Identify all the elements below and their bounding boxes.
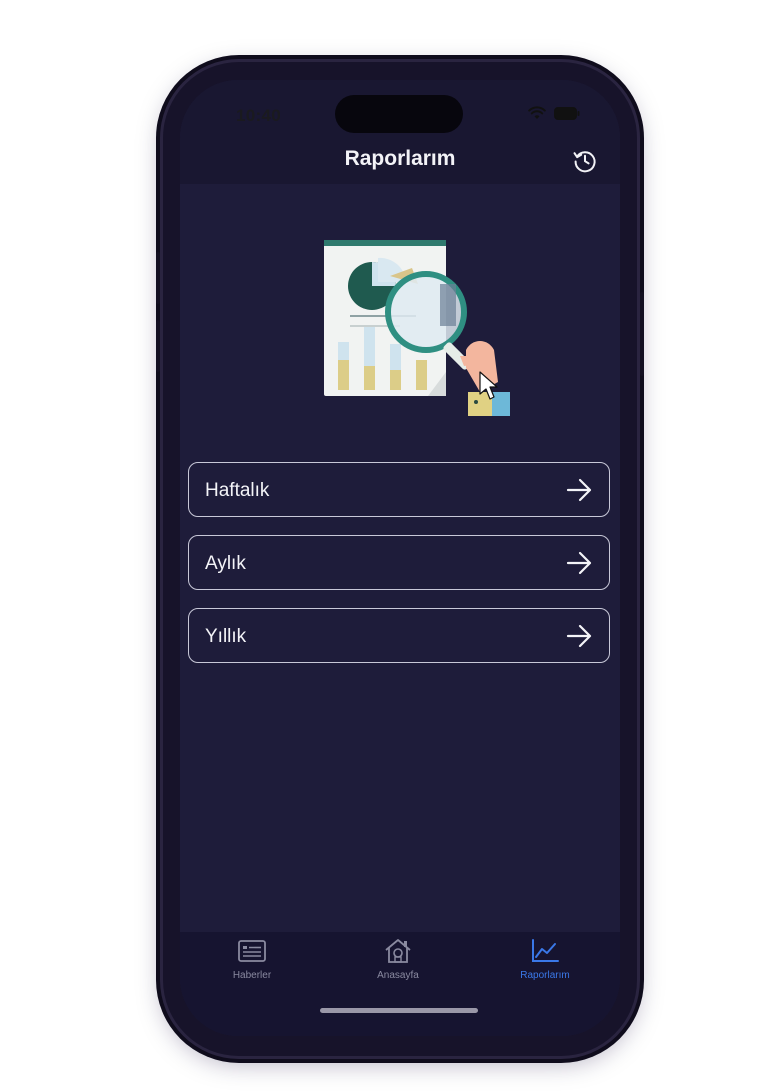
report-item-weekly[interactable]: Haftalık	[188, 462, 610, 517]
tab-anasayfa[interactable]: Anasayfa	[338, 938, 458, 994]
device-stage: 10:40 Raporlarım Haftalık Aylık Yıllık H…	[0, 0, 780, 1091]
tab-label: Raporlarım	[520, 970, 570, 981]
status-icons	[528, 106, 580, 120]
history-icon[interactable]	[572, 148, 598, 174]
tab-raporlarim[interactable]: Raporlarım	[485, 938, 605, 994]
dynamic-island	[335, 95, 463, 133]
report-period-list: Haftalık Aylık Yıllık	[188, 462, 610, 681]
report-item-yearly[interactable]: Yıllık	[188, 608, 610, 663]
home-indicator	[320, 1008, 478, 1013]
home-icon	[385, 939, 411, 963]
report-item-monthly[interactable]: Aylık	[188, 535, 610, 590]
chart-line-icon	[532, 939, 559, 962]
report-item-label: Haftalık	[205, 480, 270, 501]
tab-label: Anasayfa	[377, 970, 419, 981]
wifi-icon	[528, 106, 546, 119]
report-item-label: Yıllık	[205, 626, 247, 647]
report-illustration	[324, 240, 510, 416]
tab-bar: Haberler Anasayfa Raporlarım	[180, 932, 620, 1036]
phone-frame: 10:40 Raporlarım Haftalık Aylık Yıllık H…	[156, 62, 644, 1056]
arrow-right-icon	[566, 551, 592, 575]
report-item-label: Aylık	[205, 553, 246, 574]
battery-icon	[554, 106, 580, 120]
page-title: Raporlarım	[344, 147, 456, 170]
arrow-right-icon	[566, 624, 592, 648]
tab-label: Haberler	[232, 970, 272, 981]
status-time: 10:40	[236, 106, 281, 125]
app-screen: 10:40 Raporlarım Haftalık Aylık Yıllık H…	[180, 80, 620, 1036]
arrow-right-icon	[566, 478, 592, 502]
news-icon	[238, 940, 266, 962]
navigation-bar: 10:40 Raporlarım	[180, 80, 620, 184]
tab-haberler[interactable]: Haberler	[192, 938, 312, 994]
